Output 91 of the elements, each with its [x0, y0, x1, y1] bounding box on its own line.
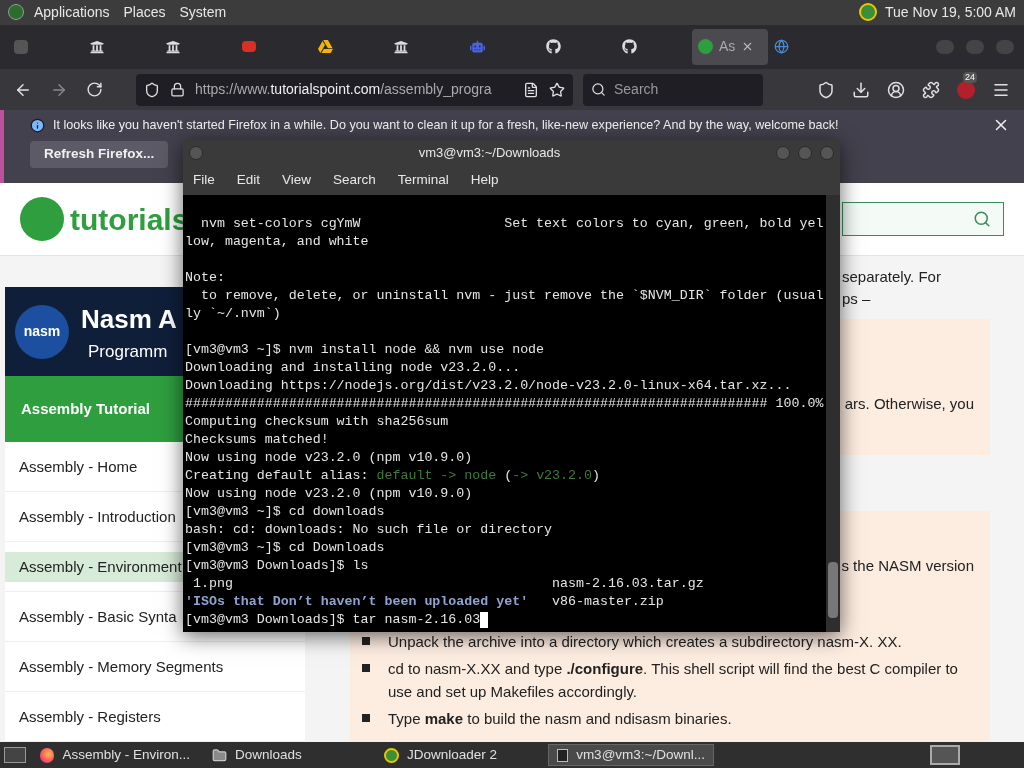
- workspace-switcher[interactable]: [930, 745, 960, 766]
- menu-item[interactable]: Terminal: [397, 169, 449, 191]
- reader-view-icon[interactable]: [523, 81, 539, 98]
- terminal-line: Downloading and installing node v23.2.0...: [185, 359, 521, 377]
- taskbar-item[interactable]: Downloads: [204, 744, 370, 767]
- bullet-icon: [362, 713, 370, 722]
- terminal-line: Checksums matched!: [185, 431, 329, 449]
- panel-menu[interactable]: System: [179, 1, 227, 23]
- terminal-line: Downloading https://nodejs.org/dist/v23.2.0/node-v23.2.0-linux-x64.tar.xz...: [185, 377, 792, 395]
- robot-icon: [470, 39, 485, 55]
- reload-icon[interactable]: [86, 81, 103, 99]
- terminal-line: nvm set-colors cgYmW Set text colors to cyan, green, bold yel: [199, 215, 824, 233]
- terminal-line: Computing checksum with sha256sum: [185, 413, 449, 431]
- search-input[interactable]: Search: [614, 79, 744, 101]
- folder-icon: [212, 747, 227, 763]
- app-menu-icon[interactable]: [8, 4, 24, 21]
- site-icon: [698, 39, 713, 55]
- terminal-line: ly `~/.nvm`): [185, 305, 281, 323]
- body-text: ps –: [842, 289, 872, 310]
- terminal-line: Note:: [185, 269, 225, 287]
- extensions-icon[interactable]: [922, 80, 940, 99]
- download-icon[interactable]: [852, 80, 870, 99]
- list-item-text: cd to nasm-X.XX and type ./configure. This shell script will find the best C compiler to use and set up Makefiles accordingly.: [388, 658, 959, 702]
- url-field[interactable]: https://www.tutorialspoint.com/assembly_progra: [136, 73, 573, 106]
- menu-item[interactable]: Help: [470, 169, 499, 191]
- show-desktop-icon[interactable]: [4, 747, 26, 764]
- globe-icon: [774, 39, 789, 55]
- site-logo-text: tutorials: [70, 201, 189, 236]
- taskbar-item[interactable]: Assembly - Environ...: [32, 744, 198, 767]
- bank-icon: [394, 39, 408, 54]
- scrollbar-thumb[interactable]: [828, 562, 838, 618]
- account-icon[interactable]: [887, 80, 905, 99]
- site-logo-icon: [20, 197, 64, 242]
- drive-icon: [318, 39, 333, 55]
- terminal-line: ######################################################################### 100.0%: [185, 395, 824, 413]
- window-title: vm3@vm3:~/Downloads: [417, 143, 562, 162]
- url-text: https://www.tutorialspoint.com/assembly_progra: [195, 80, 493, 100]
- site-search-field[interactable]: [842, 202, 1004, 237]
- list-item-text: Unpack the archive into a directory which creates a subdirectory nasm-X. XX.: [388, 631, 902, 652]
- panel-menu[interactable]: Places: [123, 1, 166, 23]
- search-field[interactable]: Search: [583, 73, 763, 106]
- clock: Tue Nov 19, 5:00 AM: [885, 2, 1016, 22]
- terminal-line: [vm3@vm3 ~]$ nvm install node && nvm use node: [185, 341, 545, 359]
- body-text: ars. Otherwise, you: [844, 394, 974, 415]
- search-icon: [973, 210, 991, 229]
- menu-item[interactable]: View: [282, 169, 312, 191]
- text-cursor: [480, 612, 489, 628]
- search-icon: [591, 82, 606, 98]
- terminal-line: [vm3@vm3 Downloads]$ ls: [185, 557, 369, 575]
- shield-icon[interactable]: [144, 81, 160, 98]
- browser-tab[interactable]: As: [692, 28, 768, 65]
- count-badge: 24: [963, 71, 977, 83]
- terminal-line: Now using node v23.2.0 (npm v10.9.0): [185, 485, 473, 503]
- info-icon: [30, 117, 45, 133]
- nasm-logo: nasm: [15, 304, 69, 359]
- menu-item[interactable]: Edit: [236, 169, 261, 191]
- bullet-icon: [362, 663, 370, 672]
- bookmark-star-icon[interactable]: [549, 81, 565, 98]
- bullet-icon: [362, 636, 370, 645]
- terminal-line: 1.png nasm-2.16.03.tar.gz: [191, 575, 704, 593]
- sidebar-item[interactable]: Assembly - Environment: [5, 551, 183, 582]
- body-text: s the NASM version: [841, 556, 974, 577]
- menu-item[interactable]: File: [193, 169, 215, 191]
- course-subtitle: Programm: [87, 340, 169, 363]
- course-title: Nasm A: [81, 302, 177, 336]
- terminal-line: [vm3@vm3 ~]$ cd Downloads: [185, 539, 385, 557]
- github-icon: [546, 39, 561, 55]
- terminal-line: bash: cd: downloads: No such file or directory: [185, 521, 553, 539]
- scrollbar[interactable]: [826, 195, 840, 632]
- terminal-line: to remove, delete, or uninstall nvm - just remove the `$NVM_DIR` folder (usual: [199, 287, 824, 305]
- refresh-firefox-button[interactable]: Refresh Firefox...: [30, 140, 169, 168]
- panel-menu[interactable]: Applications: [34, 1, 110, 23]
- list-item-text: Type make to build the nasm and ndisasm binaries.: [388, 708, 732, 729]
- bank-icon: [90, 39, 104, 54]
- terminal-line: Creating default alias: default -> node (-> v23.2.0): [185, 467, 600, 485]
- terminal-line: Now using node v23.2.0 (npm v10.9.0): [185, 449, 473, 467]
- terminal-line: 'ISOs that Don’t haven’t been uploaded yet' v86-master.zip: [185, 593, 664, 611]
- lock-icon[interactable]: [170, 82, 185, 98]
- bank-icon: [166, 39, 180, 54]
- body-text: separately. For: [842, 267, 942, 288]
- terminal-line: low, magenta, and white: [185, 233, 369, 251]
- browser-icon: [40, 747, 55, 763]
- terminal-line: [vm3@vm3 ~]$ cd downloads: [185, 503, 385, 521]
- taskbar-item[interactable]: vm3@vm3:~/Downl...: [548, 744, 714, 767]
- notification-text: It looks like you haven't started Firefox in a while. Do you want to clean it up for a fresh, like-new experience? And by the way, welcome back!: [53, 116, 839, 134]
- github-icon: [622, 39, 637, 55]
- taskbar-item[interactable]: JDownloader 2: [376, 744, 542, 767]
- blank-tab-icon: [14, 39, 28, 54]
- terminal-icon: [557, 748, 569, 762]
- menu-item[interactable]: Search: [333, 169, 376, 191]
- terminal-line: [vm3@vm3 Downloads]$ tar nasm-2.16.03: [185, 611, 481, 629]
